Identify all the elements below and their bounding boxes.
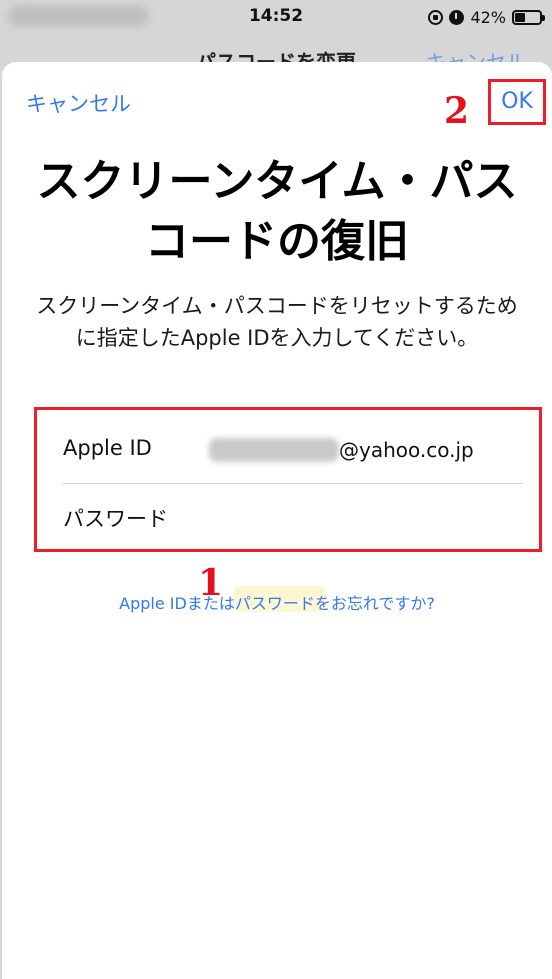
recovery-sheet: キャンセル OK 2 スクリーンタイム・パスコードの復旧 スクリーンタイム・パス…: [2, 62, 552, 979]
apple-id-label: Apple ID: [63, 436, 152, 460]
description: スクリーンタイム・パスコードをリセットするために指定したApple IDを入力し…: [36, 294, 518, 350]
status-icons: 42%: [428, 6, 545, 28]
apple-id-redacted: [209, 438, 339, 462]
apple-id-row[interactable]: Apple ID @yahoo.co.jp: [63, 420, 523, 478]
forgot-credentials-link[interactable]: Apple IDまたはパスワードをお忘れですか?: [2, 590, 552, 614]
battery-percent: 42%: [470, 7, 506, 27]
cancel-button[interactable]: キャンセル: [26, 88, 131, 118]
orientation-lock-icon: [428, 9, 444, 25]
battery-level: [515, 12, 526, 22]
password-row[interactable]: パスワード: [63, 487, 523, 545]
divider: [63, 483, 523, 484]
page-title: スクリーンタイム・パスコードの復旧: [36, 156, 518, 267]
step-marker-2: 2: [444, 90, 470, 132]
battery-icon: [512, 9, 545, 25]
screen: 14:52 42% パスコードを変更 キャンセル キャンセル OK 2 スクリー…: [0, 0, 552, 979]
ok-highlight-box: OK: [488, 79, 546, 125]
ok-button[interactable]: OK: [491, 82, 543, 122]
password-label: パスワード: [63, 507, 168, 531]
credentials-highlight-box: Apple ID @yahoo.co.jp パスワード: [34, 407, 542, 552]
apple-id-field[interactable]: @yahoo.co.jp: [339, 438, 474, 462]
alarm-icon: [449, 9, 465, 25]
status-bar: 14:52 42%: [0, 0, 552, 34]
